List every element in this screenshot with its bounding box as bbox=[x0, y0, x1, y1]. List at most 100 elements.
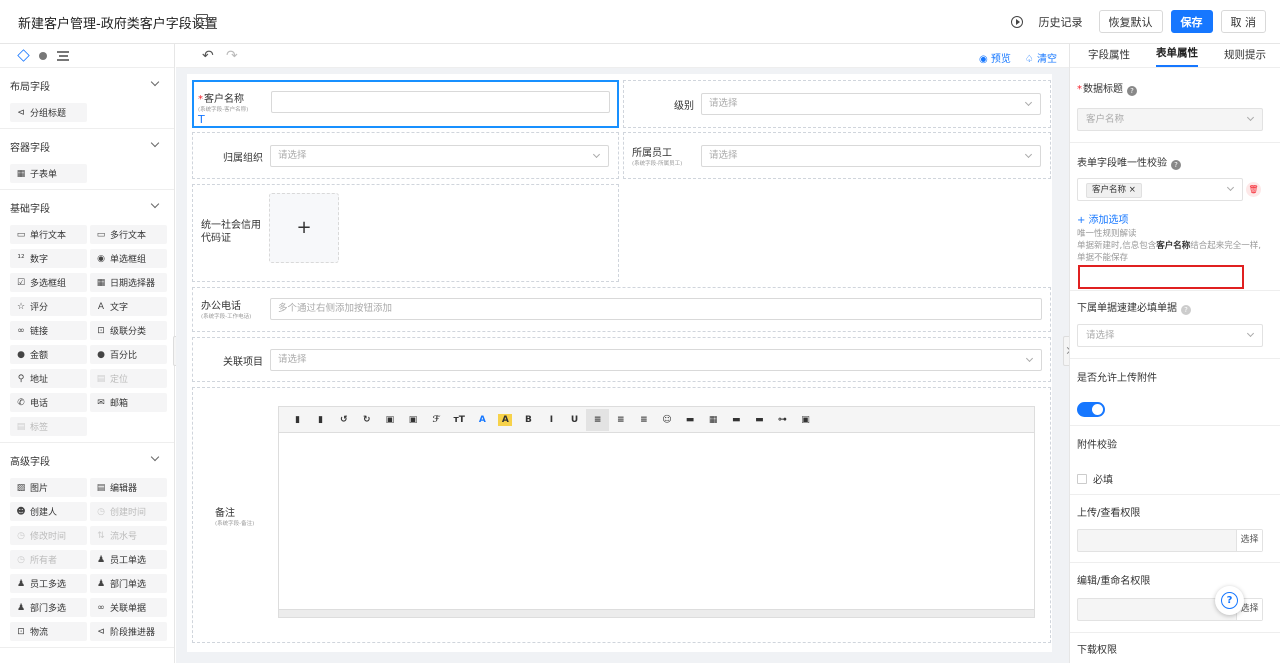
editor-tool-icon[interactable]: ≡ bbox=[609, 415, 632, 425]
editor-tool-icon[interactable]: ≡ bbox=[586, 408, 610, 431]
palette-item[interactable]: ⊡ 物流 bbox=[10, 622, 87, 641]
field-remark[interactable]: 备注 (系统字段-备注) ▮ ▮ ↺ ↻ ▣ ▣ ℱᴛT A A B I U ≡ ≡ ≡ ☺ ▬ ▦ ▬ ▬ ⊶ ▣ bbox=[192, 387, 1051, 643]
field-level[interactable]: 级别 请选择 bbox=[623, 80, 1051, 128]
field-credit-code[interactable]: 统一社会信用代码证 + bbox=[192, 184, 619, 282]
checkbox-box[interactable] bbox=[1077, 473, 1087, 484]
cancel-button[interactable]: 取 消 bbox=[1220, 10, 1266, 33]
staff-select[interactable]: 请选择 bbox=[701, 145, 1041, 167]
palette-item[interactable]: ⚲ 地址 bbox=[10, 369, 87, 388]
palette-item[interactable]: ◉ 单选框组 bbox=[90, 249, 167, 268]
selected-tag[interactable]: 客户名称 × bbox=[1086, 183, 1142, 198]
upload-plus-button[interactable]: + bbox=[269, 193, 339, 263]
field-staff[interactable]: 所属员工 (系统字段-所属员工) 请选择 bbox=[623, 132, 1051, 179]
editor-tool-icon[interactable]: ▬ bbox=[725, 415, 748, 425]
choose-button[interactable]: 选择 bbox=[1236, 530, 1262, 551]
chevron-down-icon[interactable] bbox=[150, 199, 160, 209]
data-title-select[interactable]: 客户名称 bbox=[1077, 108, 1263, 131]
chevron-down-icon[interactable] bbox=[150, 452, 160, 462]
tab-form-props[interactable]: 表单属性 bbox=[1156, 45, 1198, 67]
editor-tool-icon[interactable]: ᴛT bbox=[448, 415, 471, 425]
palette-item[interactable]: ☆ 评分 bbox=[10, 297, 87, 316]
palette-item[interactable]: ▭ 单行文本 bbox=[10, 225, 87, 244]
field-phone[interactable]: 办公电话 (系统字段-工作电话) 多个通过右侧添加按钮添加 bbox=[192, 287, 1051, 332]
editor-tool-icon[interactable]: ≡ bbox=[632, 415, 655, 425]
question-icon[interactable]: ? bbox=[1127, 86, 1137, 96]
palette-item[interactable]: ♟ 部门单选 bbox=[90, 574, 167, 593]
palette-item[interactable]: ☑ 多选框组 bbox=[10, 273, 87, 292]
editor-tool-icon[interactable]: ▬ bbox=[748, 415, 771, 425]
palette-item[interactable]: ♟ 员工单选 bbox=[90, 550, 167, 569]
editor-tool-icon[interactable]: ↻ bbox=[355, 415, 378, 425]
editor-tool-icon[interactable]: ▬ bbox=[679, 415, 702, 425]
editor-tool-icon[interactable]: ☺ bbox=[655, 415, 678, 425]
upload-perm-field[interactable]: 选择 bbox=[1077, 529, 1263, 552]
group-header[interactable]: 高级字段 bbox=[10, 452, 164, 468]
editor-tool-icon[interactable]: ⊶ bbox=[771, 415, 794, 425]
palette-item[interactable]: ⊲ 阶段推进器 bbox=[90, 622, 167, 641]
palette-item[interactable]: ✉ 邮箱 bbox=[90, 393, 167, 412]
palette-item[interactable]: ☻ 创建人 bbox=[10, 502, 87, 521]
history-link[interactable]: 历史记录 bbox=[1039, 14, 1083, 30]
chevron-down-icon[interactable] bbox=[150, 77, 160, 87]
palette-item[interactable]: A 文字 bbox=[90, 297, 167, 316]
add-option-link[interactable]: + 添加选项 bbox=[1077, 211, 1129, 226]
undo-icon[interactable]: ↶ bbox=[202, 48, 214, 64]
palette-item[interactable]: ▨ 图片 bbox=[10, 478, 87, 497]
preview-link[interactable]: ◉ 预览 bbox=[979, 50, 1011, 65]
save-button[interactable]: 保存 bbox=[1170, 10, 1213, 33]
palette-item[interactable]: ✆ 电话 bbox=[10, 393, 87, 412]
layout-icon[interactable] bbox=[196, 14, 208, 26]
rich-text-editor[interactable]: ▮ ▮ ↺ ↻ ▣ ▣ ℱᴛT A A B I U ≡ ≡ ≡ ☺ ▬ ▦ ▬ ▬ ⊶ ▣ bbox=[278, 406, 1035, 618]
outline-icon[interactable] bbox=[57, 50, 69, 61]
palette-item[interactable]: ▦ 子表单 bbox=[10, 164, 87, 183]
chevron-down-icon[interactable] bbox=[150, 138, 160, 148]
palette-item[interactable]: ∞ 关联单据 bbox=[90, 598, 167, 617]
palette-item[interactable]: ♟ 部门多选 bbox=[10, 598, 87, 617]
help-dot-icon[interactable] bbox=[39, 51, 47, 60]
question-icon[interactable]: ? bbox=[1171, 160, 1181, 170]
allow-upload-toggle[interactable] bbox=[1077, 402, 1105, 417]
palette-item[interactable]: ∞ 链接 bbox=[10, 321, 87, 340]
phone-input[interactable]: 多个通过右侧添加按钮添加 bbox=[270, 298, 1042, 320]
unique-fields-select[interactable]: 客户名称 × bbox=[1077, 178, 1243, 201]
palette-item[interactable]: ▤ 编辑器 bbox=[90, 478, 167, 497]
required-checkbox[interactable]: 必填 bbox=[1077, 471, 1113, 486]
group-header[interactable]: 基础字段 bbox=[10, 199, 164, 215]
play-icon[interactable] bbox=[1010, 15, 1023, 28]
component-icon[interactable] bbox=[17, 49, 30, 62]
editor-tool-icon[interactable]: ▦ bbox=[702, 415, 725, 425]
editor-tool-icon[interactable]: ▣ bbox=[794, 415, 817, 425]
editor-tool-icon[interactable]: A bbox=[498, 413, 513, 426]
field-org[interactable]: 归属组织 请选择 bbox=[192, 132, 619, 179]
editor-tool-icon[interactable]: ▮ bbox=[286, 415, 309, 425]
question-icon[interactable]: ? bbox=[1181, 305, 1191, 315]
palette-item[interactable]: ⊡ 级联分类 bbox=[90, 321, 167, 340]
palette-item[interactable]: ● 金额 bbox=[10, 345, 87, 364]
help-icon[interactable] bbox=[1215, 586, 1244, 615]
palette-item[interactable]: ● 百分比 bbox=[90, 345, 167, 364]
palette-item[interactable]: ♟ 员工多选 bbox=[10, 574, 87, 593]
field-project[interactable]: 关联项目 请选择 bbox=[192, 337, 1051, 382]
tab-rule-hints[interactable]: 规则提示 bbox=[1224, 47, 1266, 67]
editor-tool-icon[interactable]: ▣ bbox=[401, 415, 424, 425]
editor-tool-icon[interactable]: ℱ bbox=[425, 415, 448, 425]
palette-item[interactable]: ⊲ 分组标题 bbox=[10, 103, 87, 122]
palette-item[interactable]: ▭ 多行文本 bbox=[90, 225, 167, 244]
tab-field-props[interactable]: 字段属性 bbox=[1088, 47, 1130, 67]
palette-item[interactable]: ¹² 数字 bbox=[10, 249, 87, 268]
clear-link[interactable]: ♤ 清空 bbox=[1025, 50, 1057, 65]
redo-icon[interactable]: ↷ bbox=[226, 48, 238, 64]
editor-tool-icon[interactable]: ▣ bbox=[378, 415, 401, 425]
project-select[interactable]: 请选择 bbox=[270, 349, 1042, 371]
editor-tool-icon[interactable]: I bbox=[540, 415, 563, 425]
editor-tool-icon[interactable]: B bbox=[517, 415, 540, 425]
editor-tool-icon[interactable]: ↺ bbox=[332, 415, 355, 425]
group-header[interactable]: 布局字段 bbox=[10, 77, 164, 93]
org-select[interactable]: 请选择 bbox=[270, 145, 609, 167]
editor-tool-icon[interactable]: ▮ bbox=[309, 415, 332, 425]
group-header[interactable]: 容器字段 bbox=[10, 138, 164, 154]
sub-form-select[interactable]: 请选择 bbox=[1077, 324, 1263, 347]
palette-item[interactable]: ▦ 日期选择器 bbox=[90, 273, 167, 292]
restore-default-button[interactable]: 恢复默认 bbox=[1098, 10, 1163, 33]
editor-tool-icon[interactable]: A bbox=[471, 415, 494, 425]
